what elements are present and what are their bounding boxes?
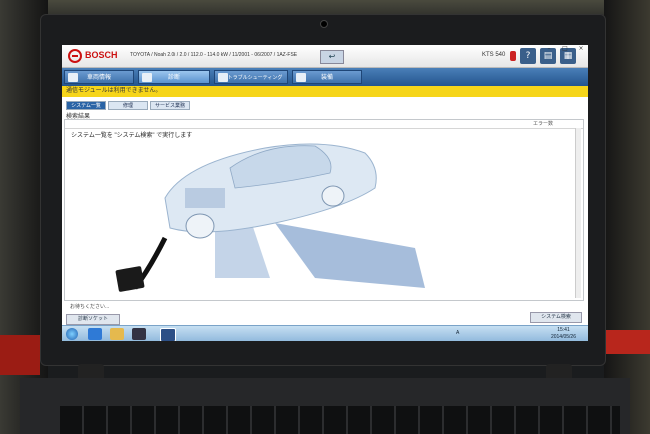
clock: 15:41 2014/05/26	[551, 327, 576, 341]
tab-label: トラブルシューティング	[227, 75, 283, 81]
folder-icon[interactable]	[110, 328, 124, 340]
subtab-service[interactable]: サービス業務	[150, 101, 190, 110]
keyboard	[60, 406, 620, 434]
start-button-icon[interactable]	[66, 328, 78, 340]
tab-label: 診断	[167, 75, 180, 81]
brand-name: BOSCH	[85, 50, 118, 60]
ime-indicator[interactable]: A	[456, 330, 459, 336]
laptop-screen: BOSCH TOYOTA / Noah 2.0i / 2.0 / 112.0 -…	[62, 45, 588, 341]
subtab-system-list[interactable]: システム一覧	[66, 101, 106, 110]
help-icon[interactable]: ?	[520, 48, 536, 64]
tab-label: 車両情報	[86, 75, 111, 81]
tab-vehicle-info[interactable]: 車両情報	[64, 70, 134, 84]
scrollbar[interactable]	[575, 128, 581, 298]
media-player-icon[interactable]	[132, 328, 146, 340]
rear-wheel	[321, 185, 345, 207]
tab-troubleshooting[interactable]: トラブルシューティング	[214, 70, 288, 84]
wait-text: お待ちください...	[70, 304, 110, 310]
tester-model: KTS 540	[482, 52, 506, 58]
taskbar: A 15:41 2014/05/26	[62, 325, 588, 341]
app-header: BOSCH TOYOTA / Noah 2.0i / 2.0 / 112.0 -…	[62, 45, 588, 68]
warning-icon	[218, 73, 228, 82]
book-icon	[296, 73, 306, 82]
time: 15:41	[557, 327, 570, 333]
front-wheel	[185, 213, 215, 239]
engine-block	[185, 188, 225, 208]
scan-beam	[275, 223, 425, 288]
webcam	[320, 20, 328, 28]
minimize-icon[interactable]: –	[542, 45, 556, 53]
vehicle-info: TOYOTA / Noah 2.0i / 2.0 / 112.0 - 114.0…	[130, 52, 298, 58]
car-diagram	[115, 143, 425, 292]
background-right	[604, 0, 650, 434]
red-surface-left	[0, 335, 40, 375]
tab-equipment[interactable]: 装備	[292, 70, 362, 84]
diagnostic-socket-button[interactable]: 診断ソケット	[66, 314, 120, 325]
back-button[interactable]: ↩	[320, 50, 344, 64]
tab-diagnosis[interactable]: 診断	[138, 70, 210, 84]
close-icon[interactable]: ×	[574, 45, 588, 53]
ie-icon[interactable]	[88, 328, 102, 340]
obd-connector-icon	[115, 266, 145, 292]
diagnosis-icon	[142, 73, 152, 82]
maximize-icon[interactable]: □	[558, 45, 572, 53]
back-arrow-icon: ↩	[328, 52, 336, 61]
status-message: 通信モジュールは利用できません。	[62, 86, 588, 97]
date: 2014/05/26	[550, 334, 576, 340]
red-surface	[602, 330, 650, 354]
main-nav: 車両情報 診断 トラブルシューティング 装備	[62, 68, 588, 86]
system-search-button[interactable]: システム検索	[530, 312, 582, 323]
results-panel: エラー数 システム一覧を "システム検索" で実行します	[64, 119, 584, 301]
alert-icon[interactable]	[510, 51, 516, 61]
subtab-repair[interactable]: 修理	[108, 101, 148, 110]
bosch-logo-icon	[68, 49, 82, 63]
esi-app-icon[interactable]	[160, 328, 176, 341]
car-info-icon	[68, 73, 78, 82]
tab-label: 装備	[320, 75, 333, 81]
error-count-header: エラー数	[532, 121, 553, 127]
